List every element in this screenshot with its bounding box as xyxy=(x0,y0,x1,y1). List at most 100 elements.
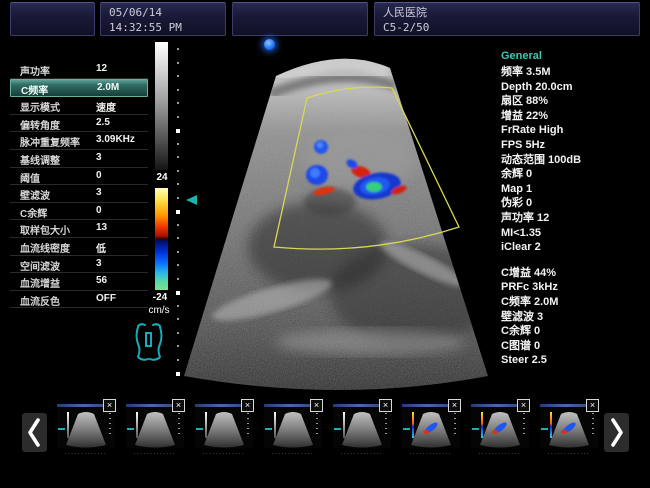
ruler-tick xyxy=(177,278,179,280)
sidebar-param-row[interactable]: 脉冲重复频率3.09KHz xyxy=(10,132,148,150)
param-label: 血流线密度 xyxy=(20,240,70,255)
thumbnail-image xyxy=(471,407,529,448)
param-value: 3 xyxy=(96,152,102,163)
thumbnail-fan xyxy=(195,407,253,448)
sidebar-param-row[interactable]: 空间滤波3 xyxy=(10,256,148,274)
param-value: 56 xyxy=(96,275,107,286)
info-line: C余辉 0 xyxy=(501,324,647,339)
thumbnail-marker-icon xyxy=(403,428,410,430)
thumbnail-close-button[interactable]: × xyxy=(586,399,599,412)
thumbnail-side-ticks xyxy=(385,413,387,437)
param-value: 2.5 xyxy=(96,117,110,128)
param-value: 13 xyxy=(96,222,107,233)
param-value: 3.09KHz xyxy=(96,134,135,145)
thumbnail-close-button[interactable]: × xyxy=(517,399,530,412)
thumbnail-side-ticks xyxy=(454,413,456,437)
thumbnail-scale-bar xyxy=(550,412,552,438)
info-line: C频率 2.0M xyxy=(501,295,647,310)
sidebar-param-row[interactable]: 基线调整 3 xyxy=(10,150,148,168)
image-thumbnail[interactable]: ×············· xyxy=(264,404,322,457)
param-value: 3 xyxy=(96,258,102,269)
param-label: 偏转角度 xyxy=(20,117,60,132)
sidebar-param-row[interactable]: 显示模式速度 xyxy=(10,97,148,115)
param-label: 壁滤波 xyxy=(20,187,50,202)
grayscale-bar xyxy=(155,42,168,170)
sidebar-param-row[interactable]: C余辉0 xyxy=(10,203,148,221)
thumbnail-scale-bar xyxy=(481,412,483,438)
probe-id: C5-2/50 xyxy=(383,20,631,35)
thumbnail-close-button[interactable]: × xyxy=(103,399,116,412)
ruler-tick xyxy=(177,251,179,253)
ruler-tick xyxy=(177,102,179,104)
body-marker-icon[interactable] xyxy=(131,320,167,362)
info-line: Depth 20.0cm xyxy=(501,80,647,95)
b-mode-fan xyxy=(180,42,500,390)
thumbnail-caption: ············· xyxy=(195,451,253,457)
thumbnail-close-button[interactable]: × xyxy=(172,399,185,412)
ruler-tick xyxy=(177,116,179,118)
ruler-tick xyxy=(177,143,179,145)
topbar-segment-hospital: 人民医院 C5-2/50 xyxy=(374,2,640,36)
thumbnail-close-button[interactable]: × xyxy=(241,399,254,412)
general-params-list: 频率 3.5MDepth 20.0cm扇区 88%增益 22%FrRate Hi… xyxy=(501,65,647,255)
sidebar-param-row[interactable]: C频率2.0M xyxy=(10,79,148,98)
sidebar-param-row[interactable]: 声功率12 xyxy=(10,61,148,79)
sidebar-param-row[interactable]: 血流增益56 xyxy=(10,273,148,291)
info-line: 增益 22% xyxy=(501,109,647,124)
topbar-segment-logo xyxy=(10,2,95,36)
image-thumbnail[interactable]: ×············· xyxy=(540,404,598,457)
thumbnail-side-ticks xyxy=(523,413,525,437)
image-thumbnail[interactable]: ×············· xyxy=(402,404,460,457)
ruler-tick xyxy=(177,359,179,361)
info-line: 扇区 88% xyxy=(501,94,647,109)
param-label: 基线调整 xyxy=(20,152,60,167)
thumbnail-scale-bar xyxy=(205,412,207,438)
info-line: 壁滤波 3 xyxy=(501,310,647,325)
time-text: 14:32:55 PM xyxy=(109,20,217,35)
sidebar-params: 声功率12C频率2.0M显示模式速度偏转角度2.5脉冲重复频率3.09KHz基线… xyxy=(10,61,148,308)
sidebar-param-row[interactable]: 偏转角度 2.5 xyxy=(10,115,148,133)
thumbnail-fan xyxy=(402,407,460,448)
date-text: 05/06/14 xyxy=(109,5,217,20)
ruler-tick xyxy=(177,156,179,158)
param-value: 12 xyxy=(96,63,107,74)
thumbnail-side-ticks xyxy=(247,413,249,437)
thumbnail-scale-bar xyxy=(343,412,345,438)
info-line: 声功率 12 xyxy=(501,211,647,226)
ruler-tick xyxy=(177,345,179,347)
image-thumbnail[interactable]: ×············· xyxy=(333,404,391,457)
thumbnail-scale-bar xyxy=(67,412,69,438)
param-label: 血流反色 xyxy=(20,293,60,308)
doppler-color-bar xyxy=(155,188,168,290)
sidebar-param-row[interactable]: 血流反色OFF xyxy=(10,291,148,309)
thumbnail-caption: ············· xyxy=(471,451,529,457)
thumbnail-close-button[interactable]: × xyxy=(379,399,392,412)
thumbnail-caption: ············· xyxy=(402,451,460,457)
param-label: 显示模式 xyxy=(20,99,60,114)
image-thumbnail[interactable]: ×············· xyxy=(57,404,115,457)
thumbnail-prev-button[interactable] xyxy=(22,413,47,452)
thumbnail-caption: ············· xyxy=(57,451,115,457)
thumbnail-image xyxy=(126,407,184,448)
thumbnail-fan xyxy=(264,407,322,448)
sidebar-param-row[interactable]: 取样包大小13 xyxy=(10,220,148,238)
info-line: PRFc 3kHz xyxy=(501,280,647,295)
velocity-unit-label: cm/s xyxy=(144,305,174,316)
thumbnail-close-button[interactable]: × xyxy=(448,399,461,412)
sidebar-param-row[interactable]: 血流线密度低 xyxy=(10,238,148,256)
thumbnail-image xyxy=(195,407,253,448)
thumbnail-close-button[interactable]: × xyxy=(310,399,323,412)
image-thumbnail[interactable]: ×············· xyxy=(195,404,253,457)
thumbnail-next-button[interactable] xyxy=(604,413,629,452)
sidebar-param-row[interactable]: 壁滤波3 xyxy=(10,185,148,203)
ultrasound-image[interactable] xyxy=(180,42,500,390)
topbar-segment-patient xyxy=(232,2,368,36)
ultrasound-console-screen: 05/06/14 14:32:55 PM 人民医院 C5-2/50 声功率12C… xyxy=(0,0,650,488)
param-value: 2.0M xyxy=(97,82,119,93)
sidebar-param-row[interactable]: 阈值0 xyxy=(10,168,148,186)
info-panel-section-title: General xyxy=(501,50,647,62)
image-thumbnail[interactable]: ×············· xyxy=(471,404,529,457)
image-thumbnail[interactable]: ×············· xyxy=(126,404,184,457)
thumbnail-image xyxy=(540,407,598,448)
info-panel: General 频率 3.5MDepth 20.0cm扇区 88%增益 22%F… xyxy=(501,50,647,368)
